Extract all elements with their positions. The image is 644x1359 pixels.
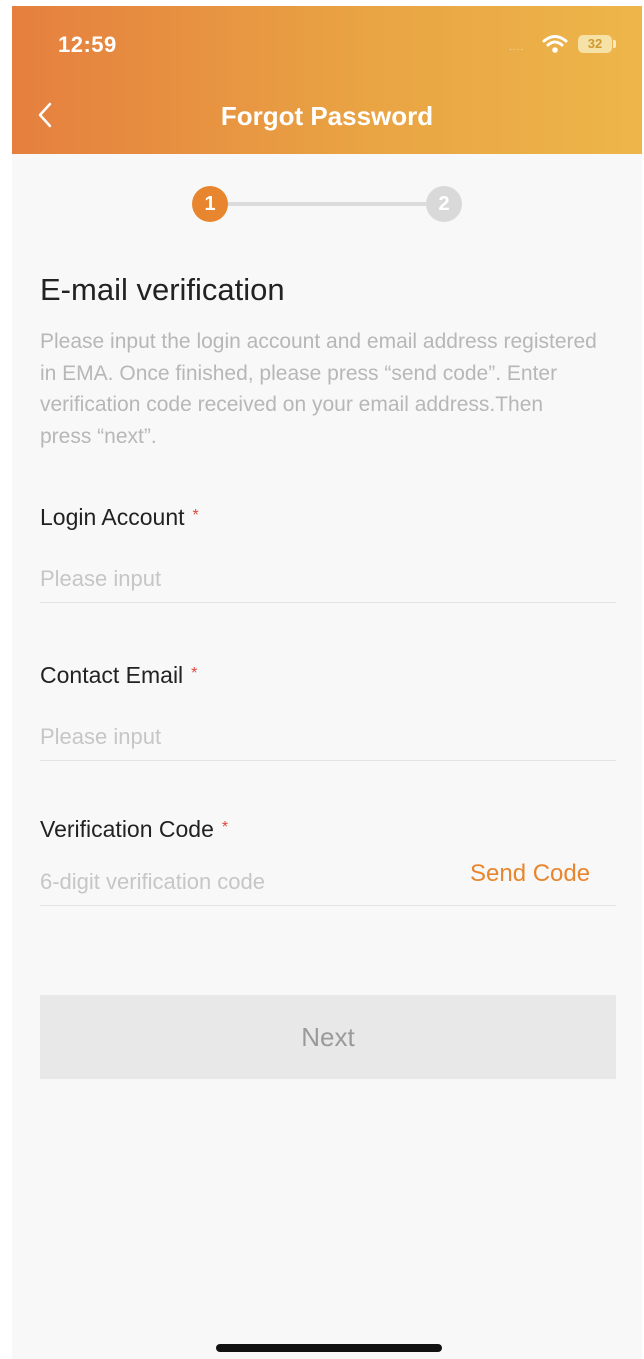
contact-email-label: Contact Email * — [40, 662, 197, 689]
step-indicator-1: 1 — [192, 186, 228, 222]
status-time: 12:59 — [58, 32, 117, 57]
stepper-line — [222, 202, 434, 206]
login-account-input[interactable] — [40, 559, 614, 599]
next-button[interactable]: Next — [40, 995, 616, 1079]
contact-email-underline — [40, 760, 616, 761]
home-indicator — [216, 1344, 442, 1352]
verification-code-label: Verification Code * — [40, 816, 228, 843]
contact-email-input[interactable] — [40, 717, 614, 757]
required-marker: * — [221, 819, 229, 836]
phone-screen: 12:59 .... 32 Forgot Password 1 2 E-mail… — [12, 6, 642, 1359]
instructions-text: Please input the login account and email… — [40, 330, 597, 448]
section-title: E-mail verification — [40, 272, 285, 307]
wifi-icon — [542, 35, 568, 53]
battery-tip — [613, 40, 616, 48]
page-title: Forgot Password — [220, 101, 434, 131]
contact-email-label-text: Contact Email — [40, 662, 184, 688]
verification-code-underline — [40, 905, 616, 906]
login-account-label: Login Account * — [40, 504, 199, 531]
verification-code-input[interactable] — [40, 862, 450, 902]
required-marker: * — [192, 507, 199, 524]
login-account-underline — [40, 602, 616, 603]
app-header: 12:59 .... 32 Forgot Password — [12, 6, 642, 154]
send-code-button[interactable]: Send Code — [470, 860, 590, 888]
verification-code-label-text: Verification Code — [40, 816, 214, 842]
required-marker: * — [191, 665, 198, 682]
login-account-label-text: Login Account — [40, 504, 185, 530]
battery-icon: 32 — [578, 35, 612, 53]
step-indicator-2: 2 — [426, 186, 462, 222]
signal-indicator: .... — [509, 42, 525, 53]
